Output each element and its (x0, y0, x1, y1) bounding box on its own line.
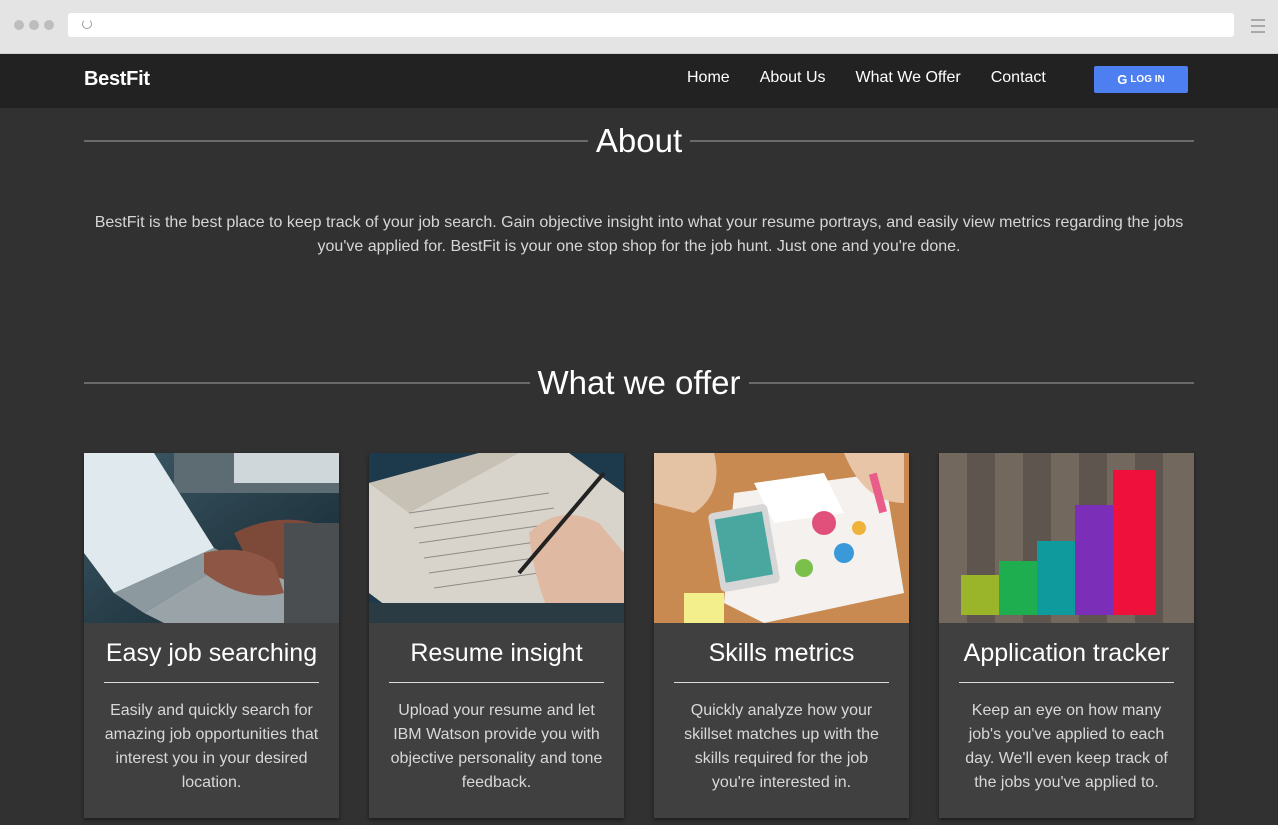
card-title: Skills metrics (708, 639, 855, 667)
card-text: Keep an eye on how many job's you've app… (965, 702, 1168, 791)
divider (84, 382, 530, 384)
offer-heading: What we offer (84, 362, 1195, 404)
about-text: BestFit is the best place to keep track … (94, 214, 1184, 255)
divider (690, 140, 1194, 142)
card-text: Easily and quickly search for amazing jo… (104, 702, 319, 791)
nav-what-we-offer[interactable]: What We Offer (856, 69, 961, 87)
nav-contact[interactable]: Contact (991, 69, 1046, 87)
divider (84, 140, 588, 142)
offer-card-skills-metrics: Skills metrics Quickly analyze how your … (654, 453, 909, 818)
login-label: LOG IN (1130, 74, 1165, 85)
login-button[interactable]: G LOG IN (1094, 66, 1188, 93)
card-title: Easy job searching (105, 639, 318, 667)
nav-links: Home About Us What We Offer Contact (672, 69, 1061, 87)
offer-card-job-search: Easy job searching Easily and quickly se… (84, 453, 339, 818)
offer-card-resume-insight: Resume insight Upload your resume and le… (369, 453, 624, 818)
address-bar[interactable] (68, 13, 1234, 37)
offer-title: What we offer (537, 364, 741, 401)
colored-bar-blocks-photo (939, 453, 1194, 623)
about-title: About (595, 122, 683, 159)
offer-card-application-tracker: Application tracker Keep an eye on how m… (939, 453, 1194, 818)
google-icon: G (1117, 72, 1128, 87)
browser-chrome (0, 0, 1278, 54)
nav-about-us[interactable]: About Us (760, 69, 826, 87)
reload-icon[interactable] (82, 19, 92, 29)
card-title: Application tracker (963, 639, 1170, 667)
charts-phone-desk-photo (654, 453, 909, 623)
nav-home[interactable]: Home (687, 69, 730, 87)
browser-menu-icon[interactable] (1251, 19, 1265, 37)
card-divider (959, 682, 1174, 683)
card-divider (389, 682, 604, 683)
card-divider (104, 682, 319, 683)
divider (748, 382, 1195, 384)
laptop-typing-photo (84, 453, 339, 623)
card-text: Upload your resume and let IBM Watson pr… (390, 702, 603, 791)
brand-logo[interactable]: BestFit (84, 68, 150, 91)
window-controls[interactable] (14, 20, 54, 30)
navbar: BestFit Home About Us What We Offer Cont… (0, 54, 1278, 108)
notebook-writing-photo (369, 453, 624, 623)
card-text: Quickly analyze how your skillset matche… (684, 702, 879, 791)
card-divider (674, 682, 889, 683)
about-heading: About (84, 120, 1194, 162)
card-title: Resume insight (410, 639, 583, 667)
